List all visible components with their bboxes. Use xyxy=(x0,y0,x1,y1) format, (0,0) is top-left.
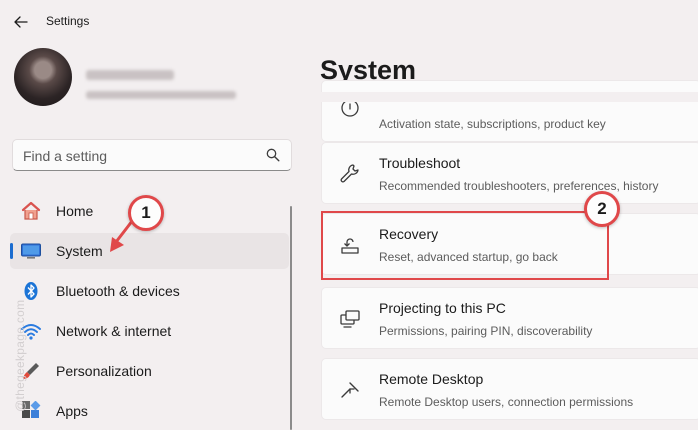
card-troubleshoot[interactable]: Troubleshoot Recommended troubleshooters… xyxy=(321,142,698,204)
sidebar-item-label: Home xyxy=(56,203,94,219)
back-button[interactable] xyxy=(10,11,32,33)
card-title: Recovery xyxy=(379,226,439,242)
title-bar: Settings xyxy=(0,0,698,44)
sidebar-scrollbar[interactable] xyxy=(290,206,292,430)
card-recovery[interactable]: Recovery Reset, advanced startup, go bac… xyxy=(321,213,698,275)
sidebar-item-label: Personalization xyxy=(56,363,152,379)
sidebar-item-label: Apps xyxy=(56,403,88,419)
sidebar-item-label: Network & internet xyxy=(56,323,172,339)
sidebar-item-personalization[interactable]: Personalization xyxy=(10,353,289,389)
sidebar-item-bluetooth[interactable]: Bluetooth & devices xyxy=(10,273,289,309)
annotation-step-2: 2 xyxy=(584,191,620,227)
selected-indicator xyxy=(10,243,13,259)
card-description: Recommended troubleshooters, preferences… xyxy=(379,179,659,193)
project-icon xyxy=(340,310,360,328)
sidebar-item-network[interactable]: Network & internet xyxy=(10,313,289,349)
search-input[interactable] xyxy=(23,146,263,166)
search-box[interactable] xyxy=(12,139,292,171)
card-description: Remote Desktop users, connection permiss… xyxy=(379,395,634,409)
window-title: Settings xyxy=(46,14,90,28)
back-arrow-icon xyxy=(14,16,28,28)
wrench-icon xyxy=(340,164,359,183)
bluetooth-icon xyxy=(24,282,38,300)
avatar[interactable] xyxy=(14,48,72,106)
sidebar-item-system[interactable]: System xyxy=(10,233,289,269)
sidebar-item-label: Bluetooth & devices xyxy=(56,283,180,299)
account-name-blurred xyxy=(86,70,174,80)
card-description: Permissions, pairing PIN, discoverabilit… xyxy=(379,324,593,338)
content-scroll-mask xyxy=(300,92,698,102)
card-remote-desktop[interactable]: Remote Desktop Remote Desktop users, con… xyxy=(321,358,698,420)
home-icon xyxy=(21,201,41,220)
watermark: @thegeekpage.com xyxy=(13,299,27,412)
remote-desktop-icon xyxy=(341,382,359,398)
card-description: Reset, advanced startup, go back xyxy=(379,250,558,264)
recovery-icon xyxy=(341,238,359,254)
card-title: Troubleshoot xyxy=(379,155,461,171)
sidebar-item-label: System xyxy=(56,243,103,259)
card-projecting[interactable]: Projecting to this PC Permissions, pairi… xyxy=(321,287,698,349)
card-description: Activation state, subscriptions, product… xyxy=(379,117,606,131)
sidebar-item-apps[interactable]: Apps xyxy=(10,393,289,429)
annotation-step-1: 1 xyxy=(128,195,164,231)
card-activation[interactable]: Activation state, subscriptions, product… xyxy=(321,80,698,142)
card-title: Projecting to this PC xyxy=(379,300,506,316)
account-email-blurred xyxy=(86,91,236,99)
system-icon xyxy=(21,243,41,259)
search-icon[interactable] xyxy=(266,148,280,162)
card-title: Remote Desktop xyxy=(379,371,484,387)
